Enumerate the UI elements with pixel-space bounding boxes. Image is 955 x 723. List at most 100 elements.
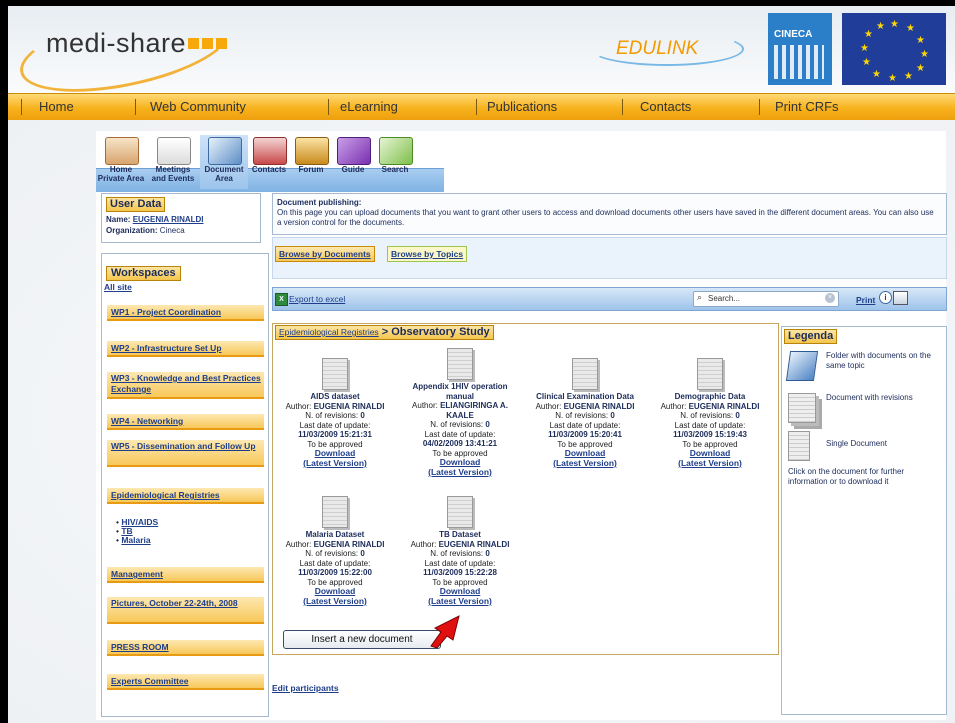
user-data-panel: User Data Name: EUGENIA RINALDI Organiza… bbox=[101, 193, 261, 243]
eu-star-icon: ★ bbox=[916, 35, 925, 46]
legenda-heading: Legenda bbox=[784, 329, 838, 344]
document-item[interactable]: Clinical Examination Data Author: EUGENI… bbox=[525, 358, 645, 468]
nav-elearning[interactable]: eLearning bbox=[340, 94, 398, 120]
printer-icon[interactable] bbox=[893, 291, 908, 305]
document-author: EUGENIA RINALDI bbox=[563, 401, 635, 411]
latest-version-link[interactable]: (Latest Version) bbox=[303, 458, 367, 468]
nav-print-crfs[interactable]: Print CRFs bbox=[775, 94, 839, 120]
browse-tabs-area: Browse by Documents Browse by Topics bbox=[272, 237, 947, 279]
legend-folder: Folder with documents on the same topic bbox=[785, 351, 942, 385]
toolbar-contacts-label: Contacts bbox=[251, 165, 287, 174]
toolbar-search-button[interactable]: Search bbox=[374, 135, 416, 189]
single-document-icon bbox=[572, 358, 598, 390]
section-toolbar: Home Private Area Meetings and Events Docu… bbox=[96, 135, 446, 192]
logo-square bbox=[188, 38, 199, 49]
user-name-label: Name: bbox=[106, 215, 131, 224]
document-date: 04/02/2009 13:41:21 bbox=[422, 439, 498, 448]
download-link[interactable]: Download bbox=[440, 457, 481, 467]
latest-version-link[interactable]: (Latest Version) bbox=[553, 458, 617, 468]
user-org-row: Organization: Cineca bbox=[106, 226, 185, 235]
legend-single-text: Single Document bbox=[826, 439, 887, 448]
search-input[interactable]: ⌕ Search... × bbox=[693, 291, 839, 307]
workspace-epidemiological[interactable]: Epidemiological Registries bbox=[107, 488, 264, 504]
eu-flag-logo: ★ ★ ★ ★ ★ ★ ★ ★ ★ ★ ★ ★ bbox=[842, 13, 946, 85]
nav-contacts[interactable]: Contacts bbox=[640, 94, 691, 120]
toolbar-contacts-button[interactable]: Contacts bbox=[248, 135, 290, 189]
download-link[interactable]: Download bbox=[690, 448, 731, 458]
document-item[interactable]: Appendix 1HIV operation manual Author: E… bbox=[400, 348, 520, 477]
site-logo[interactable]: medi-share bbox=[46, 28, 186, 59]
eu-star-icon: ★ bbox=[904, 71, 913, 82]
edit-participants-link[interactable]: Edit participants bbox=[272, 683, 339, 693]
tab-browse-by-topics[interactable]: Browse by Topics bbox=[387, 246, 468, 262]
document-author: EUGENIA RINALDI bbox=[688, 401, 760, 411]
page-frame: medi-share EDULINK CINECA ★ ★ ★ ★ ★ ★ ★ … bbox=[8, 6, 955, 723]
workspace-wp4[interactable]: WP4 - Networking bbox=[107, 414, 264, 430]
document-item[interactable]: Malaria Dataset Author: EUGENIA RINALDI … bbox=[275, 496, 395, 606]
content-area: Home Private Area Meetings and Events Docu… bbox=[96, 131, 947, 720]
toolbar-guide-button[interactable]: Guide bbox=[332, 135, 374, 189]
all-site-link[interactable]: All site bbox=[104, 282, 132, 292]
workspace-management[interactable]: Management bbox=[107, 567, 264, 583]
latest-version-link[interactable]: (Latest Version) bbox=[428, 467, 492, 477]
document-title: Appendix 1HIV operation manual bbox=[412, 382, 508, 401]
lower-area: Home Private Area Meetings and Events Docu… bbox=[8, 120, 955, 723]
nav-web-community[interactable]: Web Community bbox=[150, 94, 246, 120]
logo-square bbox=[202, 38, 213, 49]
toolbar-meetings-label: Meetings and Events bbox=[151, 165, 195, 183]
toolbar-document-area-button[interactable]: Document Area bbox=[200, 135, 248, 189]
eu-star-icon: ★ bbox=[876, 21, 885, 32]
home-icon bbox=[105, 137, 139, 165]
single-document-icon bbox=[788, 431, 810, 461]
workspace-wp2[interactable]: WP2 - Infrastructure Set Up bbox=[107, 341, 264, 357]
workspace-wp1[interactable]: WP1 - Project Coordination bbox=[107, 305, 264, 321]
document-date: 11/03/2009 15:21:31 bbox=[298, 430, 372, 439]
nav-divider bbox=[759, 99, 760, 115]
document-item[interactable]: AIDS dataset Author: EUGENIA RINALDI N. … bbox=[275, 358, 395, 468]
document-revisions-icon bbox=[788, 393, 816, 423]
nav-publications[interactable]: Publications bbox=[487, 94, 557, 120]
workspace-press-room[interactable]: PRESS ROOM bbox=[107, 640, 264, 656]
workspace-wp5[interactable]: WP5 - Dissemination and Follow Up bbox=[107, 440, 264, 467]
document-author: EUGENIA RINALDI bbox=[313, 401, 385, 411]
workspaces-heading: Workspaces bbox=[106, 266, 181, 281]
workspace-wp3[interactable]: WP3 - Knowledge and Best Practices Excha… bbox=[107, 372, 264, 399]
insert-document-button[interactable]: Insert a new document bbox=[283, 630, 441, 649]
print-link[interactable]: Print bbox=[856, 295, 875, 305]
workspace-experts-committee[interactable]: Experts Committee bbox=[107, 674, 264, 690]
toolbar-home-button[interactable]: Home Private Area bbox=[96, 135, 146, 189]
documents-panel: Epidemiological Registries > Observatory… bbox=[272, 323, 779, 655]
eu-star-icon: ★ bbox=[916, 63, 925, 74]
info-icon[interactable]: i bbox=[879, 291, 892, 304]
tab-browse-by-documents[interactable]: Browse by Documents bbox=[275, 246, 375, 262]
toolbar-meetings-button[interactable]: Meetings and Events bbox=[146, 135, 200, 189]
toolbar-forum-button[interactable]: Forum bbox=[290, 135, 332, 189]
edulink-logo: EDULINK bbox=[580, 30, 746, 70]
document-item[interactable]: Demographic Data Author: EUGENIA RINALDI… bbox=[650, 358, 770, 468]
single-document-icon bbox=[322, 496, 348, 528]
nav-home[interactable]: Home bbox=[39, 94, 74, 120]
nav-divider bbox=[476, 99, 477, 115]
download-link[interactable]: Download bbox=[315, 448, 356, 458]
sub-malaria-link[interactable]: Malaria bbox=[121, 535, 150, 545]
breadcrumb: Epidemiological Registries > Observatory… bbox=[275, 325, 494, 340]
export-excel-link[interactable]: Export to excel bbox=[289, 294, 345, 304]
eu-star-icon: ★ bbox=[890, 19, 899, 30]
user-name-link[interactable]: EUGENIA RINALDI bbox=[133, 215, 204, 224]
download-link[interactable]: Download bbox=[440, 586, 481, 596]
workspace-pictures[interactable]: Pictures, October 22-24th, 2008 bbox=[107, 597, 264, 624]
download-link[interactable]: Download bbox=[315, 586, 356, 596]
download-link[interactable]: Download bbox=[565, 448, 606, 458]
document-publishing-info: Document publishing: On this page you ca… bbox=[272, 193, 947, 235]
breadcrumb-parent-link[interactable]: Epidemiological Registries bbox=[279, 327, 379, 337]
clear-search-icon[interactable]: × bbox=[825, 293, 835, 303]
latest-version-link[interactable]: (Latest Version) bbox=[678, 458, 742, 468]
single-document-icon bbox=[697, 358, 723, 390]
document-title: AIDS dataset bbox=[310, 392, 360, 401]
latest-version-link[interactable]: (Latest Version) bbox=[428, 596, 492, 606]
document-item[interactable]: TB Dataset Author: EUGENIA RINALDI N. of… bbox=[400, 496, 520, 606]
eu-star-icon: ★ bbox=[920, 49, 929, 60]
cineca-bars bbox=[774, 45, 824, 79]
document-revisions: 0 bbox=[610, 411, 615, 420]
latest-version-link[interactable]: (Latest Version) bbox=[303, 596, 367, 606]
